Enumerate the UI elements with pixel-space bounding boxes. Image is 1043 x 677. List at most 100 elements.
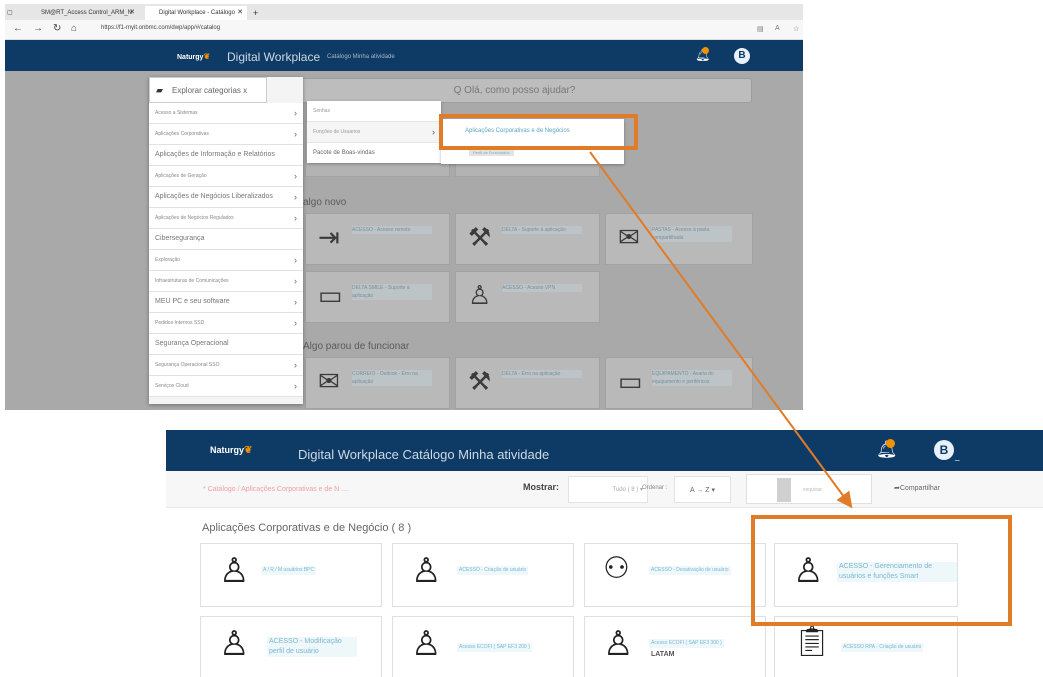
- browser-tabbar: ▢ SM@RT_Access Control_ARM_N ✕ Digital Wo…: [5, 4, 803, 20]
- card[interactable]: ▭ DELTA SMILE - Suporte à aplicação: [305, 271, 450, 323]
- category-item[interactable]: Segurança Operacional: [149, 334, 303, 355]
- highlight-box: [751, 515, 1012, 626]
- order-value: A → Z: [690, 487, 710, 494]
- category-item[interactable]: Segurança Operacional SSO ›: [149, 355, 303, 376]
- catalog-card[interactable]: ♙ ACESSO - Criação de usuário: [392, 543, 574, 607]
- submenu-item[interactable]: Pacote de Boas-vindas: [307, 143, 441, 164]
- brand-logo[interactable]: Naturgy❦: [177, 52, 210, 61]
- card-label: Acesso ECOFI ( SAP EF3 200 ): [457, 643, 532, 652]
- submenu-label: Senhas: [313, 108, 330, 114]
- category-label: Exploração: [155, 257, 181, 263]
- card-label: ACESSO - Desativação de usuário: [649, 566, 731, 575]
- avatar[interactable]: B: [934, 440, 954, 460]
- category-item[interactable]: Aplicações Corporativas ›: [149, 124, 303, 145]
- submenu-item[interactable]: Funções de Usuarios ›: [307, 122, 441, 143]
- browser-tab-1[interactable]: SM@RT_Access Control_ARM_N ✕: [27, 6, 139, 20]
- folder-icon: ▰: [156, 85, 163, 95]
- category-item[interactable]: Aplicações de Negócios Regulados ›: [149, 208, 303, 229]
- forward-icon[interactable]: →: [33, 23, 43, 34]
- search-input[interactable]: Q Olá, como posso ajudar?: [277, 78, 752, 103]
- window-icon[interactable]: ▢: [7, 6, 17, 20]
- category-item[interactable]: Serviços Cloud ›: [149, 376, 303, 397]
- catalog-card[interactable]: ⚇ ACESSO - Desativação de usuário: [584, 543, 766, 607]
- category-item[interactable]: Aplicações de Negócios Liberalizados ›: [149, 187, 303, 208]
- card[interactable]: ▭ EQUIPAMENTO - Avaria do equipamento e p…: [605, 357, 753, 409]
- bell-icon[interactable]: 🔔︎: [876, 439, 898, 460]
- category-item[interactable]: Aplicações de Geração ›: [149, 166, 303, 187]
- category-label: Aplicações de Negócios Liberalizados: [155, 193, 273, 200]
- share-button[interactable]: ➦Compartilhar: [894, 484, 940, 492]
- composite-screenshot: ▢ SM@RT_Access Control_ARM_N ✕ Digital Wo…: [0, 0, 1043, 677]
- chevron-right-icon: ›: [294, 171, 297, 181]
- search-placeholder: esquisar: [803, 487, 822, 493]
- search-input[interactable]: esquisar: [746, 474, 872, 504]
- card[interactable]: ♙ ACESSO - Acesso VPN: [455, 271, 600, 323]
- monitor-icon: ▭: [318, 280, 343, 310]
- category-item[interactable]: Infraestruturas de Comunicações ›: [149, 271, 303, 292]
- category-label: Segurança Operacional SSO: [155, 362, 220, 368]
- chevron-right-icon: ›: [294, 318, 297, 328]
- category-item[interactable]: Pedidos Internos SSD ›: [149, 313, 303, 334]
- app-title[interactable]: Digital Workplace Catálogo Minha ativida…: [298, 447, 549, 462]
- chevron-right-icon: ›: [294, 297, 297, 307]
- mail-icon: ✉: [618, 222, 640, 252]
- brand-logo[interactable]: Naturgy❦: [210, 445, 252, 456]
- catalog-card[interactable]: ♙ ACESSO - Modificação perfil de usuário: [200, 616, 382, 677]
- avatar-menu-icon[interactable]: _: [955, 452, 959, 461]
- category-page-screenshot: Naturgy❦ Digital Workplace Catálogo Minh…: [166, 430, 1043, 677]
- bell-icon[interactable]: 🔔︎: [695, 47, 710, 62]
- submenu-level-1: Senhas Funções de Usuarios › Pacote de Bo…: [307, 101, 441, 163]
- close-icon[interactable]: ✕: [129, 6, 135, 20]
- submenu-label: Pacote de Boas-vindas: [313, 150, 375, 156]
- card-label: DELTA - Suporte à aplicação: [502, 226, 582, 234]
- explore-categories-button[interactable]: ▰ Explorar categorias x: [149, 77, 267, 103]
- favorite-icon[interactable]: ☆: [793, 25, 799, 33]
- catalog-card[interactable]: ♙ Acesso ECOFI ( SAP EF3 300 ) LATAM: [584, 616, 766, 677]
- reader-icon[interactable]: ▤: [757, 25, 764, 33]
- browser-tab-2[interactable]: Digital Workplace - Catálogo ✕: [145, 6, 247, 20]
- show-select[interactable]: Tudo ( 8 ) ▾: [568, 476, 648, 503]
- category-item[interactable]: MEU PC e seu software ›: [149, 292, 303, 313]
- catalog-card[interactable]: ♙ A / R / M usuários BPC: [200, 543, 382, 607]
- breadcrumb[interactable]: * Catálogo / Aplicações Corporativas e d…: [203, 486, 349, 493]
- card[interactable]: ✉ PASTAS - Acesso à pasta compartilhada: [605, 213, 753, 265]
- back-icon[interactable]: ←: [13, 23, 23, 34]
- submenu-item[interactable]: Senhas: [307, 101, 441, 122]
- url-field[interactable]: https://f1-myit.onbmc.com/dwp/app/#/cata…: [101, 25, 220, 31]
- card[interactable]: ⚒ DELTA - Suporte à aplicação: [455, 213, 600, 265]
- reload-icon[interactable]: ↻: [53, 23, 61, 34]
- category-label: Cibersegurança: [155, 235, 205, 242]
- app-subtitle[interactable]: Catálogo Minha atividade: [327, 54, 395, 60]
- close-icon[interactable]: ✕: [237, 6, 243, 20]
- category-label: Acesso a Sistemas: [155, 110, 198, 116]
- highlight-box: [439, 114, 638, 150]
- avatar[interactable]: B: [734, 48, 750, 64]
- font-icon[interactable]: A: [775, 25, 780, 32]
- catalog-card[interactable]: ♙ Acesso ECOFI ( SAP EF3 200 ): [392, 616, 574, 677]
- user-lock-icon: ♙: [468, 280, 492, 310]
- new-tab-icon[interactable]: +: [249, 6, 265, 20]
- category-item[interactable]: Acesso a Sistemas ›: [149, 103, 303, 124]
- card-sublabel: LATAM: [651, 651, 675, 658]
- category-item[interactable]: Exploração ›: [149, 250, 303, 271]
- app-title[interactable]: Digital Workplace: [227, 50, 320, 64]
- pipe-icon: ⚒: [468, 222, 492, 252]
- chevron-right-icon: ›: [294, 255, 297, 265]
- category-item[interactable]: Aplicações de Informação e Relatórios: [149, 145, 303, 166]
- order-select[interactable]: A → Z ▾: [674, 476, 731, 503]
- card[interactable]: ⚒ DELTA - Erro na aplicação: [455, 357, 600, 409]
- user-lock-icon: ♙: [411, 625, 442, 663]
- category-label: Infraestruturas de Comunicações: [155, 278, 229, 284]
- card[interactable]: ⇥ ACESSO - Acesso remoto: [305, 213, 450, 265]
- card-label: DELTA - Erro na aplicação: [502, 370, 582, 378]
- card-label: CORREIO - Outlook - Erro na aplicação: [352, 370, 432, 386]
- category-label: Segurança Operacional: [155, 340, 229, 347]
- category-item[interactable]: Cibersegurança: [149, 229, 303, 250]
- chevron-right-icon: ›: [294, 276, 297, 286]
- home-icon[interactable]: ⌂: [71, 23, 77, 34]
- chevron-down-icon: ▾: [711, 487, 715, 494]
- card[interactable]: ✉ CORREIO - Outlook - Erro na aplicação: [305, 357, 450, 409]
- submenu-item-employee-profile[interactable]: Perfil de Funcionário: [469, 149, 514, 156]
- chevron-right-icon: ›: [294, 360, 297, 370]
- app-header: Naturgy❦ Digital Workplace Catálogo Minh…: [166, 430, 1043, 471]
